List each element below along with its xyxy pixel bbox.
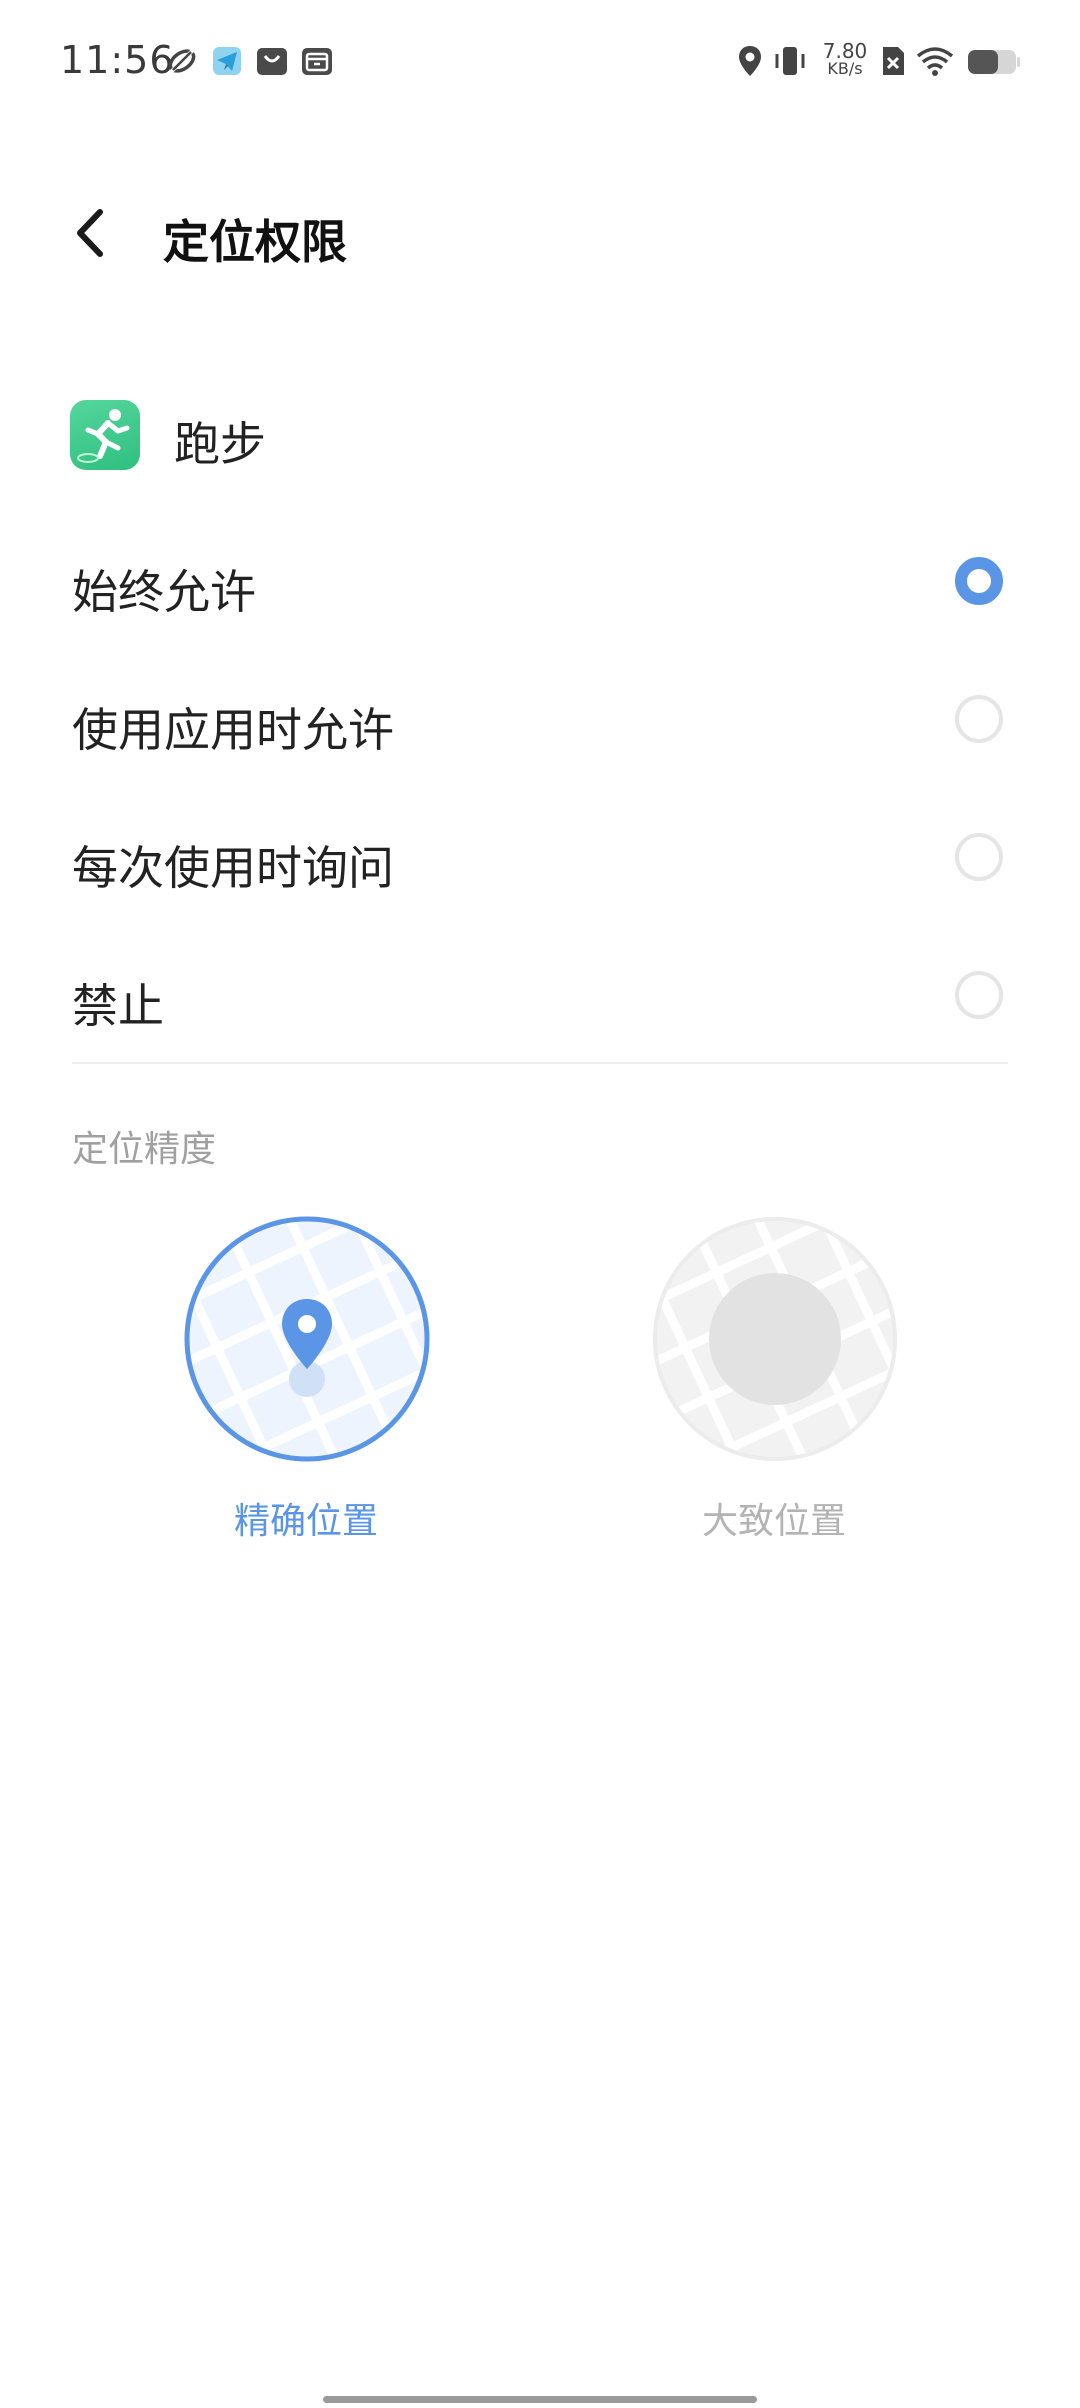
net-speed: 7.80 KB/s — [822, 39, 868, 78]
sync-icon — [168, 48, 196, 74]
radio-selected[interactable] — [955, 557, 1003, 605]
running-app-icon — [70, 400, 140, 470]
archive-icon — [302, 48, 332, 75]
option-ask-every-time[interactable]: 每次使用时询问 — [0, 798, 1080, 918]
radio-unselected[interactable] — [955, 971, 1003, 1019]
section-label-precision: 定位精度 — [72, 1129, 217, 1170]
divider — [72, 1062, 1008, 1064]
wifi-icon — [916, 47, 954, 76]
radio-unselected[interactable] — [955, 695, 1003, 743]
option-always-allow[interactable]: 始终允许 — [0, 522, 1080, 642]
approximate-location-label: 大致位置 — [701, 1501, 846, 1542]
location-icon — [739, 46, 761, 76]
radio-unselected[interactable] — [955, 833, 1003, 881]
precise-map-icon — [184, 1216, 430, 1462]
battery-icon — [968, 50, 1020, 74]
home-indicator[interactable] — [323, 2396, 757, 2403]
option-label: 禁止 — [72, 979, 164, 1033]
option-label: 使用应用时允许 — [72, 703, 394, 757]
status-bar: 11:56 7.80 KB/s — [0, 0, 1080, 130]
approximate-map-icon — [653, 1217, 897, 1461]
telegram-icon — [213, 47, 241, 75]
vibrate-icon — [775, 47, 805, 75]
bag-icon — [257, 48, 287, 75]
precise-location-label: 精确位置 — [233, 1501, 378, 1542]
back-button[interactable] — [58, 198, 128, 268]
option-allow-while-using[interactable]: 使用应用时允许 — [0, 660, 1080, 780]
app-name: 跑步 — [174, 417, 266, 471]
option-deny[interactable]: 禁止 — [0, 936, 1080, 1056]
no-sim-icon — [883, 47, 904, 75]
option-label: 始终允许 — [72, 565, 256, 619]
option-label: 每次使用时询问 — [72, 841, 394, 895]
page-title: 定位权限 — [163, 215, 347, 269]
status-time: 11:56 — [60, 38, 175, 82]
